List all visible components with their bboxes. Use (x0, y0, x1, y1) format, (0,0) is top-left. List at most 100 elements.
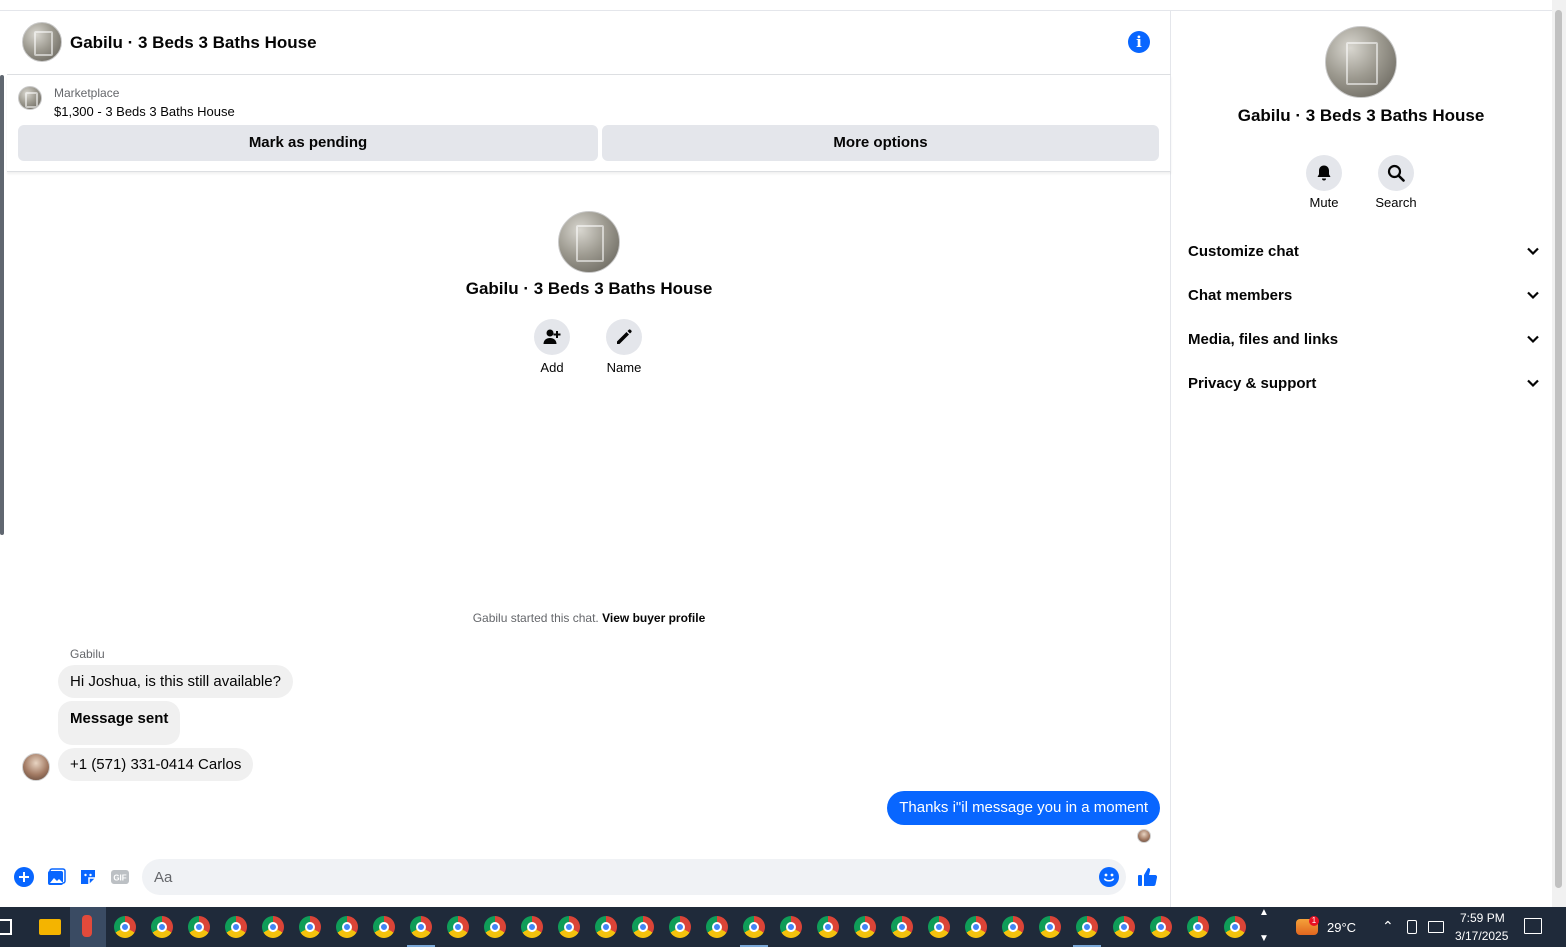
chrome-window-icon[interactable] (1150, 916, 1172, 938)
chrome-window-icon[interactable] (299, 916, 321, 938)
chrome-window-icon[interactable] (1039, 916, 1061, 938)
chrome-window-icon[interactable] (817, 916, 839, 938)
customize-chat-section[interactable]: Customize chat (1188, 229, 1540, 273)
name-chat-button[interactable] (606, 319, 642, 355)
page-scrollbar-thumb[interactable] (1555, 10, 1562, 888)
mute-button[interactable] (1306, 155, 1342, 191)
search-label: Search (1375, 195, 1417, 210)
chrome-window-icon[interactable] (151, 916, 173, 938)
sticker-icon (81, 870, 95, 884)
search-button[interactable] (1378, 155, 1414, 191)
sticker-button[interactable] (77, 866, 99, 888)
chrome-window-icon[interactable] (484, 916, 506, 938)
intro-avatar (558, 211, 620, 273)
message-bubble-incoming[interactable]: Message sent (58, 701, 181, 745)
more-options-button[interactable]: More options (602, 125, 1159, 161)
chrome-window-icon[interactable] (262, 916, 284, 938)
chrome-window-icon[interactable] (595, 916, 617, 938)
add-label: Add (540, 360, 564, 375)
battery-icon[interactable] (1407, 920, 1417, 934)
chrome-window-icon[interactable] (854, 916, 876, 938)
chrome-window-icon[interactable] (1076, 916, 1098, 938)
chat-avatar[interactable] (22, 22, 62, 62)
clock-time[interactable]: 7:59 PM (1460, 911, 1505, 925)
taskbar-scroll-down-icon[interactable]: ▼ (1259, 933, 1269, 944)
chrome-window-icon[interactable] (1113, 916, 1135, 938)
chrome-window-icon[interactable] (558, 916, 580, 938)
chat-members-section[interactable]: Chat members (1188, 273, 1540, 317)
chevron-down-icon (1527, 379, 1539, 388)
chrome-window-icon[interactable] (1224, 916, 1246, 938)
notification-icon[interactable] (1524, 918, 1542, 934)
add-people-button[interactable] (534, 319, 570, 355)
message-input[interactable] (142, 859, 1126, 895)
intro-title: Gabilu · 3 Beds 3 Baths House (465, 279, 713, 298)
attach-photo-button[interactable] (45, 866, 67, 888)
view-buyer-profile-link[interactable]: View buyer profile (602, 611, 705, 625)
snipping-tool-icon[interactable] (70, 907, 106, 947)
privacy-support-section[interactable]: Privacy & support (1188, 361, 1540, 405)
chevron-down-icon (1527, 335, 1539, 344)
sidebar-avatar (1325, 26, 1397, 98)
media-files-links-section[interactable]: Media, files and links (1188, 317, 1540, 361)
chrome-window-icon[interactable] (669, 916, 691, 938)
plus-circle-icon (14, 867, 34, 887)
mute-label: Mute (1309, 195, 1339, 210)
sender-avatar[interactable] (22, 753, 50, 781)
more-actions-button[interactable] (13, 866, 35, 888)
chrome-window-icon[interactable] (447, 916, 469, 938)
listing-title[interactable]: $1,300 - 3 Beds 3 Baths House (54, 104, 235, 119)
clock-date[interactable]: 3/17/2025 (1455, 929, 1508, 943)
chrome-window-icon[interactable] (336, 916, 358, 938)
file-explorer-icon[interactable] (39, 919, 61, 935)
chrome-window-icon[interactable] (188, 916, 210, 938)
sidebar-title: Gabilu · 3 Beds 3 Baths House (1237, 106, 1485, 125)
chevron-up-icon[interactable]: ⌃ (1382, 918, 1394, 935)
chrome-window-icon[interactable] (706, 916, 728, 938)
chrome-window-icon[interactable] (114, 916, 136, 938)
add-person-icon (543, 329, 561, 344)
emoji-button[interactable] (1098, 866, 1120, 888)
marketplace-banner: Marketplace $1,300 - 3 Beds 3 Baths Hous… (7, 75, 1171, 172)
sender-name: Gabilu (70, 647, 105, 661)
chrome-window-icon[interactable] (891, 916, 913, 938)
message-bubble-outgoing[interactable]: Thanks i"il message you in a moment (887, 791, 1160, 825)
search-icon (1387, 164, 1405, 182)
mark-as-pending-button[interactable]: Mark as pending (18, 125, 598, 161)
chat-started-notice: Gabilu started this chat. View buyer pro… (7, 611, 1171, 625)
chevron-down-icon (1527, 291, 1539, 300)
listing-thumbnail[interactable] (18, 86, 42, 110)
chrome-window-icon[interactable] (373, 916, 395, 938)
chrome-window-icon[interactable] (521, 916, 543, 938)
chrome-window-icon[interactable] (632, 916, 654, 938)
details-sidebar: Gabilu · 3 Beds 3 Baths House Mute Searc… (1172, 11, 1550, 907)
info-icon[interactable]: i (1128, 31, 1150, 53)
taskbar-scroll-up-icon[interactable]: ▲ (1259, 907, 1269, 918)
chrome-window-icon[interactable] (928, 916, 950, 938)
composer-bar: GIF (7, 857, 1171, 897)
gif-button[interactable]: GIF (109, 866, 131, 888)
chrome-window-icon[interactable] (743, 916, 765, 938)
chrome-window-icon[interactable] (1187, 916, 1209, 938)
chrome-window-icon[interactable] (780, 916, 802, 938)
weather-badge: 1 (1309, 916, 1319, 926)
photo-icon (48, 868, 66, 885)
task-view-icon[interactable] (0, 919, 12, 935)
section-label: Chat members (1188, 286, 1293, 304)
message-bubble-incoming[interactable]: Hi Joshua, is this still available? (58, 665, 293, 698)
temperature[interactable]: 29°C (1327, 920, 1356, 935)
chat-panel: Gabilu · 3 Beds 3 Baths House i Marketpl… (7, 11, 1171, 907)
like-button[interactable] (1137, 866, 1159, 888)
chat-header: Gabilu · 3 Beds 3 Baths House i (7, 11, 1171, 75)
chat-title[interactable]: Gabilu · 3 Beds 3 Baths House (70, 33, 317, 53)
chrome-window-icon[interactable] (1002, 916, 1024, 938)
network-icon[interactable] (1428, 921, 1444, 933)
chrome-window-icon[interactable] (225, 916, 247, 938)
message-bubble-incoming[interactable]: +1 (571) 331-0414 Carlos (58, 748, 254, 781)
left-scroll-edge[interactable] (0, 75, 4, 535)
messenger-app: Gabilu · 3 Beds 3 Baths House i Marketpl… (0, 0, 1566, 907)
svg-text:GIF: GIF (113, 874, 126, 883)
section-label: Media, files and links (1188, 330, 1339, 348)
chrome-window-icon[interactable] (410, 916, 432, 938)
chrome-window-icon[interactable] (965, 916, 987, 938)
